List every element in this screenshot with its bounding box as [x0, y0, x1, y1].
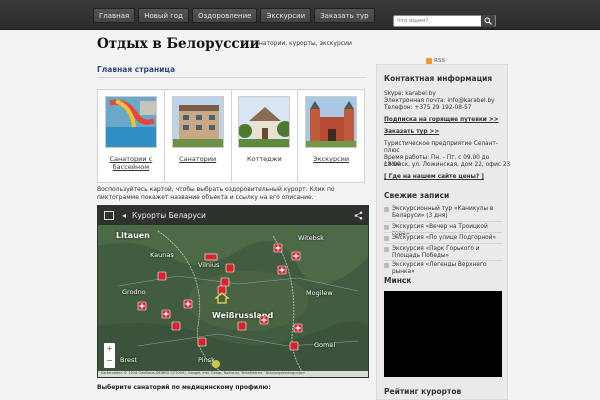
- recent-post-item[interactable]: Экскурсия «По улице Подгорной»: [384, 235, 502, 242]
- post-divider: [384, 221, 502, 222]
- tile-cottages: Коттеджи: [232, 90, 299, 182]
- castle-photo-icon[interactable]: [305, 96, 358, 148]
- title-divider: [97, 77, 365, 78]
- map-markers: [137, 243, 303, 368]
- nav-new-year[interactable]: Новый год: [138, 8, 190, 23]
- top-bar: Главная Новый год Оздоровление Экскурсии…: [0, 0, 600, 30]
- search-icon: [484, 17, 492, 25]
- search-button[interactable]: [481, 15, 495, 27]
- contact-title: Контактная информация: [384, 74, 493, 83]
- prices-link[interactable]: [ Где на нашем сайте цены? ]: [384, 174, 484, 180]
- order-tour-link[interactable]: Заказать тур >>: [384, 129, 439, 135]
- category-tiles: Санатории с бассейном Санатории Коттеджи…: [97, 89, 365, 183]
- main-nav: Главная Новый год Оздоровление Экскурсии…: [93, 8, 375, 23]
- post-divider: [384, 260, 502, 261]
- minsk-title: Минск: [384, 276, 412, 285]
- rating-title: Рейтинг курортов: [384, 387, 462, 396]
- tile-pool-sanatoriums[interactable]: Санатории с бассейном: [98, 90, 165, 182]
- pool-photo-icon[interactable]: [104, 96, 157, 148]
- page-title: Главная страница: [97, 65, 176, 74]
- minsk-video-player[interactable]: [384, 291, 502, 377]
- contact-email: Электронная почта: info@karabel.by: [384, 98, 495, 104]
- search-box: [393, 15, 496, 27]
- zoom-in-button[interactable]: +: [104, 343, 115, 355]
- hot-deals-link[interactable]: Подписка на горящие путевки >>: [384, 117, 499, 123]
- recent-post-item[interactable]: Экскурсия «Легенды Верхнего рынка»: [384, 262, 502, 276]
- agency-name: Туристическое предприятие Селант-плюс: [384, 141, 498, 154]
- tile-excursions[interactable]: Экскурсии: [298, 90, 364, 182]
- tile-sanatoriums[interactable]: Санатории: [165, 90, 232, 182]
- tile-label[interactable]: Санатории с бассейном: [101, 155, 161, 171]
- map-attribution[interactable]: Kartendaten © 2016 GeoBasis-DE/BKG (©200…: [98, 371, 368, 377]
- resorts-map[interactable]: ◂ Курорты Беларуси Litauen Kaunas Vilniu…: [97, 205, 369, 378]
- post-divider: [384, 243, 502, 244]
- search-input[interactable]: [394, 16, 479, 26]
- marker-icon: [137, 243, 303, 351]
- recent-posts-title: Свежие записи: [384, 191, 450, 200]
- sanatorium-photo-icon[interactable]: [171, 96, 224, 148]
- map-intro-text: Воспользуйтесь картой, чтобы выбрать озд…: [97, 186, 335, 201]
- recent-post-item[interactable]: Экскурсионный тур «Каникулы в Беларуси» …: [384, 206, 502, 220]
- tile-label: Коттеджи: [247, 155, 282, 163]
- recent-post-item[interactable]: Экскурсия «Парк Горького и Площадь Побед…: [384, 246, 502, 260]
- address: г.Минск, ул. Ложинская, дом 22, офис 23: [384, 162, 511, 168]
- nav-health[interactable]: Оздоровление: [192, 8, 258, 23]
- cottage-photo-icon: [238, 96, 291, 148]
- profile-prompt: Выберите санаторий по медицинскому профи…: [97, 384, 271, 391]
- site-title[interactable]: Отдых в Белоруссии: [97, 36, 260, 52]
- site-description: Санатории, курорты, экскурсии: [251, 40, 352, 47]
- nav-excursions[interactable]: Экскурсии: [260, 8, 312, 23]
- map-zoom-control: + −: [104, 343, 115, 368]
- zoom-out-button[interactable]: −: [104, 355, 115, 367]
- post-divider: [384, 232, 502, 233]
- contact-phone: Телефон: +375 29 192-08-57: [384, 105, 472, 111]
- nav-home[interactable]: Главная: [93, 8, 136, 23]
- tile-label[interactable]: Санатории: [168, 155, 228, 163]
- contact-skype: Skype: karabel.by: [384, 91, 436, 97]
- nav-order-tour[interactable]: Заказать тур: [314, 8, 375, 23]
- tile-label[interactable]: Экскурсии: [301, 155, 361, 163]
